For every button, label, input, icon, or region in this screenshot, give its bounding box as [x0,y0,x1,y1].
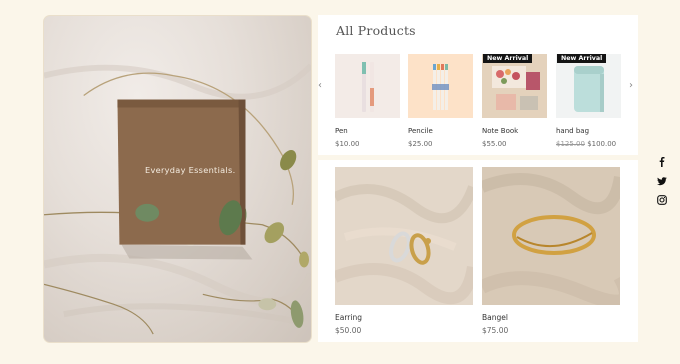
bangel-image [482,167,620,305]
product-name[interactable]: Note Book [482,127,518,135]
product-name[interactable]: Earring [335,313,362,322]
carousel-next-button[interactable]: › [629,81,633,91]
product-card-hand-bag[interactable]: New Arrival hand bag $125.00 $100.00 [556,54,621,148]
product-name[interactable]: Pencile [408,127,433,135]
product-image[interactable] [408,54,473,118]
new-arrival-badge: New Arrival [557,54,607,63]
product-price: $50.00 [335,326,362,335]
product-image[interactable]: New Arrival [556,54,621,118]
instagram-link[interactable] [656,195,668,205]
product-image[interactable]: New Arrival [482,54,547,118]
pencil-image [432,64,449,110]
notebook-image [482,54,547,118]
twitter-link[interactable] [656,176,668,186]
featured-products-panel: Earring $50.00 Bangel $75.00 [318,160,638,342]
product-name[interactable]: Pen [335,127,348,135]
carousel-prev-button[interactable]: ‹ [318,81,322,91]
product-price: $75.00 [482,326,509,335]
product-card-pen[interactable]: Pen $10.00 [335,54,400,148]
chevron-left-icon: ‹ [318,80,322,91]
earring-image [335,167,473,305]
hero-illustration [44,63,311,335]
sale-price: $100.00 [587,140,617,148]
product-price: $125.00 $100.00 [556,140,616,148]
facebook-link[interactable] [656,157,668,167]
all-products-panel: All Products ‹ Pen $10.00 Pencile $25.00… [318,15,638,155]
product-card-note-book[interactable]: New Arrival Note Book $55.00 [482,54,547,148]
hand-bag-image [574,66,604,112]
product-price: $10.00 [335,140,360,148]
original-price: $125.00 [556,140,585,148]
product-name[interactable]: hand bag [556,127,589,135]
chevron-right-icon: › [629,80,633,91]
product-card-pencile[interactable]: Pencile $25.00 [408,54,473,148]
product-name[interactable]: Bangel [482,313,508,322]
product-card-earring[interactable]: Earring $50.00 [335,167,473,335]
instagram-icon [657,195,667,205]
product-card-bangel[interactable]: Bangel $75.00 [482,167,620,335]
product-image[interactable] [335,54,400,118]
product-price: $55.00 [482,140,507,148]
hero-image: Everyday Essentials. [43,15,312,343]
product-image[interactable] [482,167,620,305]
product-price: $25.00 [408,140,433,148]
facebook-icon [659,157,665,167]
twitter-icon [657,177,667,186]
new-arrival-badge: New Arrival [483,54,533,63]
product-image[interactable] [335,167,473,305]
section-title: All Products [336,23,416,38]
box-label: Everyday Essentials. [145,165,236,175]
pen-image [362,62,374,112]
